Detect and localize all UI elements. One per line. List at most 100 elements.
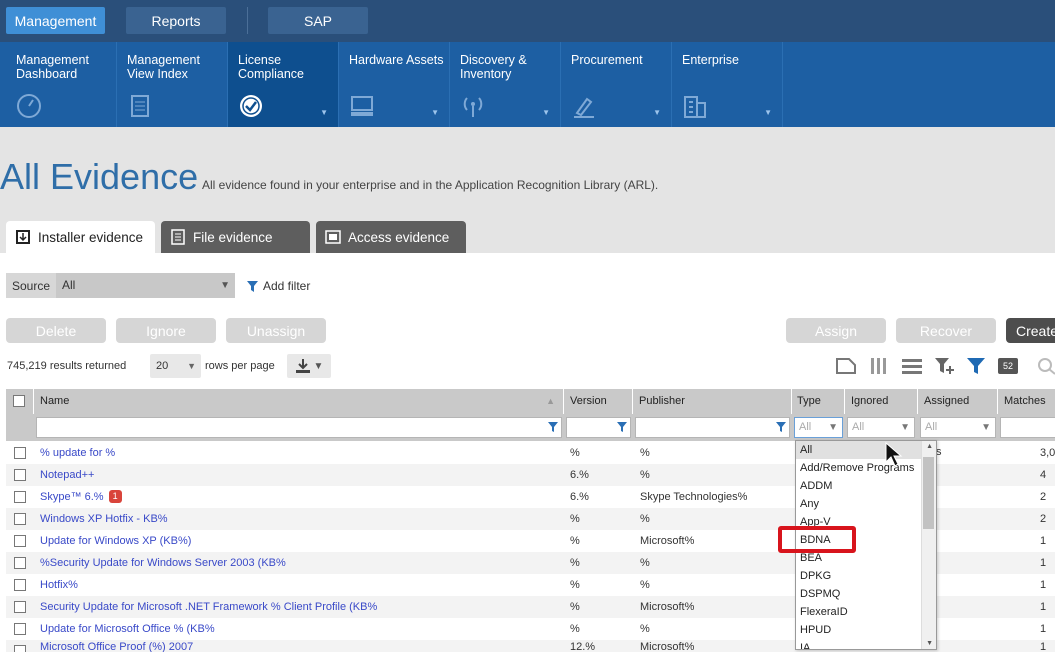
create-button[interactable]: Create	[1006, 318, 1055, 343]
row-checkbox[interactable]	[14, 579, 26, 591]
rows-density-icon[interactable]	[901, 357, 923, 375]
row-checkbox[interactable]	[14, 645, 26, 652]
sap-button[interactable]: SAP	[268, 7, 368, 34]
row-checkbox[interactable]	[14, 513, 26, 525]
chevron-down-icon[interactable]: ▼	[653, 108, 661, 117]
delete-button[interactable]: Delete	[6, 318, 106, 343]
version-cell: 12.%	[570, 641, 596, 652]
row-checkbox[interactable]	[14, 535, 26, 547]
main-nav: Management Dashboard Management View Ind…	[0, 42, 1055, 127]
export-button[interactable]: ▼	[287, 354, 331, 378]
name-link[interactable]: Windows XP Hotfix - KB%	[40, 508, 168, 530]
name-link[interactable]: Notepad++	[40, 464, 94, 486]
assign-button[interactable]: Assign	[786, 318, 886, 343]
notification-badge: 1	[108, 490, 122, 503]
nav-procurement[interactable]: Procurement ▼	[561, 42, 672, 127]
name-link[interactable]: Update for Microsoft Office % (KB%	[40, 618, 215, 640]
scroll-down-icon[interactable]: ▼	[926, 640, 933, 647]
row-checkbox[interactable]	[14, 623, 26, 635]
column-header-version[interactable]: Version	[564, 389, 633, 414]
nav-label: Management Dashboard	[16, 53, 89, 81]
nav-label: Hardware Assets	[349, 53, 444, 67]
type-option[interactable]: IA	[796, 639, 922, 649]
rows-value: 20	[156, 360, 169, 372]
chevron-down-icon[interactable]: ▼	[431, 108, 439, 117]
chevron-down-icon[interactable]: ▼	[320, 108, 328, 117]
column-header-matches[interactable]: Matches	[998, 389, 1055, 414]
scroll-up-icon[interactable]: ▲	[926, 443, 933, 450]
version-cell: %	[570, 535, 580, 547]
type-option[interactable]: FlexeraID	[796, 603, 922, 621]
row-checkbox[interactable]	[14, 447, 26, 459]
column-header-publisher[interactable]: Publisher	[633, 389, 792, 414]
chevron-down-icon[interactable]: ▼	[542, 108, 550, 117]
nav-label: Enterprise	[682, 53, 739, 67]
row-checkbox[interactable]	[14, 469, 26, 481]
type-option[interactable]: HPUD	[796, 621, 922, 639]
sort-ascending-icon[interactable]: ▲	[546, 389, 555, 414]
assigned-filter-select[interactable]: All ▼	[920, 417, 996, 438]
name-link[interactable]: Update for Windows XP (KB%)	[40, 530, 191, 552]
publisher-cell: Skype Technologies%	[640, 491, 748, 503]
funnel-icon	[617, 422, 627, 432]
type-option[interactable]: DSPMQ	[796, 585, 922, 603]
dropdown-scrollbar[interactable]: ▲ ▼	[921, 441, 936, 649]
matches-filter-input[interactable]	[1000, 417, 1055, 438]
nav-discovery-inventory[interactable]: Discovery & Inventory ▼	[450, 42, 561, 127]
name-link[interactable]: % update for %	[40, 442, 115, 464]
nav-management-view-index[interactable]: Management View Index	[117, 42, 228, 127]
matches-cell: 3,0	[1040, 447, 1055, 459]
scrollbar-thumb[interactable]	[923, 457, 934, 529]
page-subtitle: All evidence found in your enterprise an…	[202, 178, 659, 192]
ignore-button[interactable]: Ignore	[116, 318, 216, 343]
select-all-cell	[6, 389, 34, 414]
rows-per-page-select[interactable]: 20 ▼	[150, 354, 201, 378]
column-header-ignored[interactable]: Ignored	[845, 389, 918, 414]
row-checkbox[interactable]	[14, 557, 26, 569]
chevron-down-icon[interactable]: ▼	[764, 108, 772, 117]
nav-license-compliance[interactable]: License Compliance ▼	[228, 42, 339, 127]
results-count: 745,219 results returned	[7, 360, 127, 372]
column-header-type[interactable]: Type	[792, 389, 845, 414]
nav-enterprise[interactable]: Enterprise ▼	[672, 42, 783, 127]
tab-file-evidence[interactable]: File evidence	[161, 221, 310, 253]
name-link[interactable]: Microsoft Office Proof (%) 2007	[40, 640, 193, 652]
funnel-icon	[776, 422, 786, 432]
row-checkbox[interactable]	[14, 491, 26, 503]
nav-management-dashboard[interactable]: Management Dashboard	[6, 42, 117, 127]
column-header-name[interactable]: Name ▲	[34, 389, 564, 414]
select-all-checkbox[interactable]	[13, 395, 25, 407]
row-checkbox[interactable]	[14, 601, 26, 613]
add-filter-icon[interactable]	[934, 357, 956, 375]
type-filter-select[interactable]: All ▼	[794, 417, 843, 438]
type-option[interactable]: DPKG	[796, 567, 922, 585]
filter-icon[interactable]	[965, 357, 987, 375]
matches-cell: 1	[1040, 641, 1047, 652]
name-link[interactable]: Hotfix%	[40, 574, 78, 596]
column-header-assigned[interactable]: Assigned	[918, 389, 998, 414]
rows-per-page-label: rows per page	[205, 360, 275, 372]
name-link[interactable]: %Security Update for Windows Server 2003…	[40, 552, 286, 574]
search-icon[interactable]	[1036, 357, 1055, 375]
management-button[interactable]: Management	[6, 7, 105, 34]
folder-view-icon[interactable]	[835, 357, 857, 375]
columns-icon[interactable]	[868, 357, 890, 375]
ignored-filter-select[interactable]: All ▼	[847, 417, 915, 438]
version-filter-input[interactable]	[566, 417, 631, 438]
publisher-filter-input[interactable]	[635, 417, 790, 438]
tab-access-evidence[interactable]: Access evidence	[316, 221, 466, 253]
check-badge-icon	[240, 95, 262, 117]
tab-installer-evidence[interactable]: Installer evidence	[6, 221, 155, 253]
reports-button[interactable]: Reports	[126, 7, 226, 34]
source-select[interactable]: All ▼	[56, 273, 235, 298]
add-filter-link[interactable]: Add filter	[247, 279, 310, 293]
type-option[interactable]: ADDM	[796, 477, 922, 495]
recover-button[interactable]: Recover	[896, 318, 996, 343]
name-filter-input[interactable]	[36, 417, 562, 438]
unassign-button[interactable]: Unassign	[226, 318, 326, 343]
name-link[interactable]: Security Update for Microsoft .NET Frame…	[40, 596, 377, 618]
type-option[interactable]: Any	[796, 495, 922, 513]
name-link[interactable]: Skype™ 6.% 1	[40, 486, 122, 508]
file-icon	[171, 229, 185, 245]
nav-hardware-assets[interactable]: Hardware Assets ▼	[339, 42, 450, 127]
